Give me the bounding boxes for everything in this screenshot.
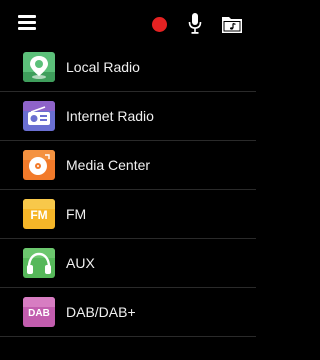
dab-icon-text: DAB: [28, 308, 50, 319]
menu-item-fm[interactable]: FM FM: [0, 190, 256, 239]
headphones-icon: [23, 248, 55, 278]
menu-item-label: Internet Radio: [66, 108, 154, 124]
fm-icon: FM: [23, 199, 55, 229]
fm-icon-text: FM: [30, 208, 47, 222]
top-toolbar: [5, 6, 251, 40]
location-pin-icon: [23, 52, 55, 82]
menu-item-media-center[interactable]: Media Center: [0, 141, 256, 190]
menu-item-aux[interactable]: AUX: [0, 239, 256, 288]
menu-item-local-radio[interactable]: Local Radio: [0, 43, 256, 92]
source-menu: Local Radio Internet Radio Media Center …: [0, 43, 256, 337]
dab-icon: DAB: [23, 297, 55, 327]
menu-item-label: Media Center: [66, 157, 151, 173]
radio-icon: [23, 101, 55, 131]
folder-music-icon[interactable]: [222, 15, 242, 33]
menu-item-internet-radio[interactable]: Internet Radio: [0, 92, 256, 141]
microphone-icon[interactable]: [188, 13, 202, 35]
menu-item-dab[interactable]: DAB DAB/DAB+: [0, 288, 256, 337]
menu-item-label: Local Radio: [66, 59, 140, 75]
disc-icon: [23, 150, 55, 180]
record-icon[interactable]: [152, 17, 167, 32]
menu-item-label: DAB/DAB+: [66, 304, 136, 320]
menu-icon[interactable]: [18, 15, 36, 30]
menu-item-label: FM: [66, 206, 87, 222]
screen: Local Radio Internet Radio Media Center …: [0, 0, 256, 360]
menu-item-label: AUX: [66, 255, 95, 271]
